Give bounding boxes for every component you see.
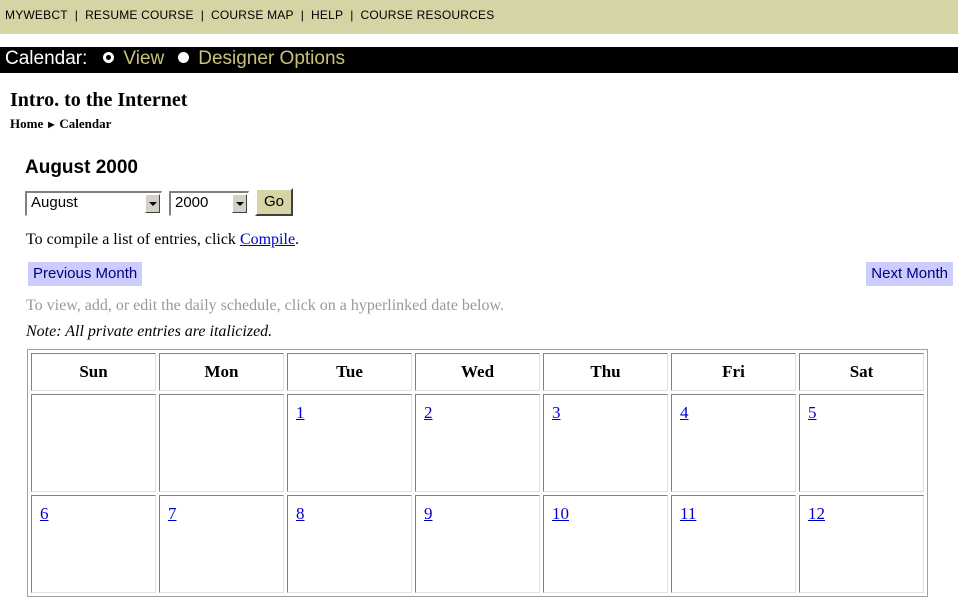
weekday-header-row: Sun Mon Tue Wed Thu Fri Sat [31, 353, 924, 391]
calendar-mode-label: Calendar: [5, 48, 88, 69]
month-select[interactable]: August [25, 191, 162, 216]
calendar-day-cell: 5 [799, 394, 924, 492]
calendar-day-cell: 4 [671, 394, 796, 492]
weekday-header: Fri [671, 353, 796, 391]
next-month-button[interactable]: Next Month [866, 262, 953, 286]
calendar-day-cell: 12 [799, 495, 924, 593]
month-select-value: August [31, 194, 78, 211]
chevron-down-icon[interactable] [232, 194, 247, 213]
view-option-label[interactable]: View [123, 48, 164, 69]
breadcrumb-current: Calendar [59, 116, 112, 131]
date-link[interactable]: 5 [808, 403, 817, 423]
nav-link-course-resources[interactable]: COURSE RESOURCES [361, 8, 495, 22]
date-link[interactable]: 10 [552, 504, 569, 524]
previous-month-button[interactable]: Previous Month [28, 262, 143, 286]
date-link[interactable]: 3 [552, 403, 561, 423]
calendar-day-cell: 3 [543, 394, 668, 492]
weekday-header: Sun [31, 353, 156, 391]
year-select-value: 2000 [175, 194, 209, 211]
designer-options-label[interactable]: Designer Options [198, 48, 345, 69]
course-title: Intro. to the Internet [10, 89, 188, 111]
designer-options-radio[interactable] [178, 52, 190, 63]
view-radio[interactable] [103, 52, 115, 63]
top-navigation-bar: MYWEBCT | RESUME COURSE | COURSE MAP | HELP | CO… [0, 0, 958, 34]
calendar-day-cell: 8 [287, 495, 412, 593]
month-heading: August 2000 [25, 157, 138, 178]
calendar-grid: Sun Mon Tue Wed Thu Fri Sat 1 2 3 4 5 6 … [27, 349, 928, 597]
date-link[interactable]: 1 [296, 403, 305, 423]
calendar-day-cell: 1 [287, 394, 412, 492]
calendar-day-cell: 9 [415, 495, 540, 593]
calendar-week-row: 1 2 3 4 5 [31, 394, 924, 492]
breadcrumb-arrow-icon: ▶ [48, 120, 55, 129]
date-link[interactable]: 7 [168, 504, 177, 524]
calendar-day-cell [159, 394, 284, 492]
go-button[interactable]: Go [255, 188, 293, 216]
chevron-down-icon[interactable] [145, 194, 160, 213]
weekday-header: Thu [543, 353, 668, 391]
nav-link-course-map[interactable]: COURSE MAP [211, 8, 294, 22]
breadcrumb: Home ▶ Calendar [10, 116, 111, 132]
date-link[interactable]: 8 [296, 504, 305, 524]
nav-separator: | [350, 8, 354, 22]
date-link[interactable]: 6 [40, 504, 49, 524]
date-link[interactable]: 12 [808, 504, 825, 524]
nav-link-resume-course[interactable]: RESUME COURSE [85, 8, 194, 22]
calendar-day-cell: 6 [31, 495, 156, 593]
calendar-mode-bar: Calendar: View Designer Options [0, 47, 958, 73]
schedule-instructions: To view, add, or edit the daily schedule… [26, 297, 504, 314]
calendar-day-cell: 7 [159, 495, 284, 593]
calendar-day-cell: 2 [415, 394, 540, 492]
breadcrumb-home-link[interactable]: Home [10, 116, 43, 131]
nav-link-mywebct[interactable]: MYWEBCT [5, 8, 68, 22]
date-link[interactable]: 9 [424, 504, 433, 524]
compile-suffix: . [295, 231, 300, 248]
year-select[interactable]: 2000 [169, 191, 249, 216]
calendar-day-cell [31, 394, 156, 492]
private-entries-note: Note: All private entries are italicized… [26, 323, 273, 340]
weekday-header: Sat [799, 353, 924, 391]
weekday-header: Tue [287, 353, 412, 391]
nav-separator: | [200, 8, 205, 22]
calendar-day-cell: 11 [671, 495, 796, 593]
compile-prefix: To compile a list of entries, click [26, 231, 240, 248]
date-link[interactable]: 4 [680, 403, 689, 423]
weekday-header: Mon [159, 353, 284, 391]
date-link[interactable]: 2 [424, 403, 433, 423]
nav-separator: | [300, 8, 305, 22]
calendar-day-cell: 10 [543, 495, 668, 593]
date-link[interactable]: 11 [680, 504, 696, 524]
nav-link-help[interactable]: HELP [311, 8, 343, 22]
nav-separator: | [74, 8, 79, 22]
compile-instruction: To compile a list of entries, click Comp… [26, 231, 299, 249]
compile-link[interactable]: Compile [240, 231, 295, 248]
weekday-header: Wed [415, 353, 540, 391]
calendar-week-row: 6 7 8 9 10 11 12 [31, 495, 924, 593]
